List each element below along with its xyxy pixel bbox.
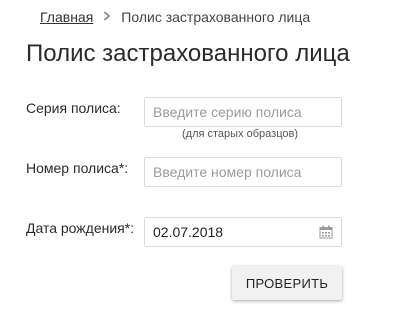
page-title: Полис застрахованного лица — [26, 40, 350, 67]
chevron-right-icon — [103, 10, 111, 24]
breadcrumb: Главная Полис застрахованного лица — [40, 9, 310, 25]
check-button[interactable]: ПРОВЕРИТЬ — [232, 266, 342, 300]
breadcrumb-current: Полис застрахованного лица — [121, 9, 311, 25]
policy-series-input[interactable] — [144, 97, 342, 127]
policy-series-hint: (для старых образцов) — [182, 128, 298, 140]
policy-series-label: Серия полиса: — [26, 100, 121, 116]
birth-date-label: Дата рождения*: — [26, 220, 135, 236]
policy-number-label: Номер полиса*: — [26, 160, 129, 176]
breadcrumb-home-link[interactable]: Главная — [40, 9, 93, 25]
birth-date-field[interactable]: 02.07.2018 — [144, 217, 342, 247]
policy-number-input[interactable] — [144, 157, 342, 187]
birth-date-value: 02.07.2018 — [153, 224, 224, 240]
calendar-icon[interactable] — [319, 225, 333, 239]
